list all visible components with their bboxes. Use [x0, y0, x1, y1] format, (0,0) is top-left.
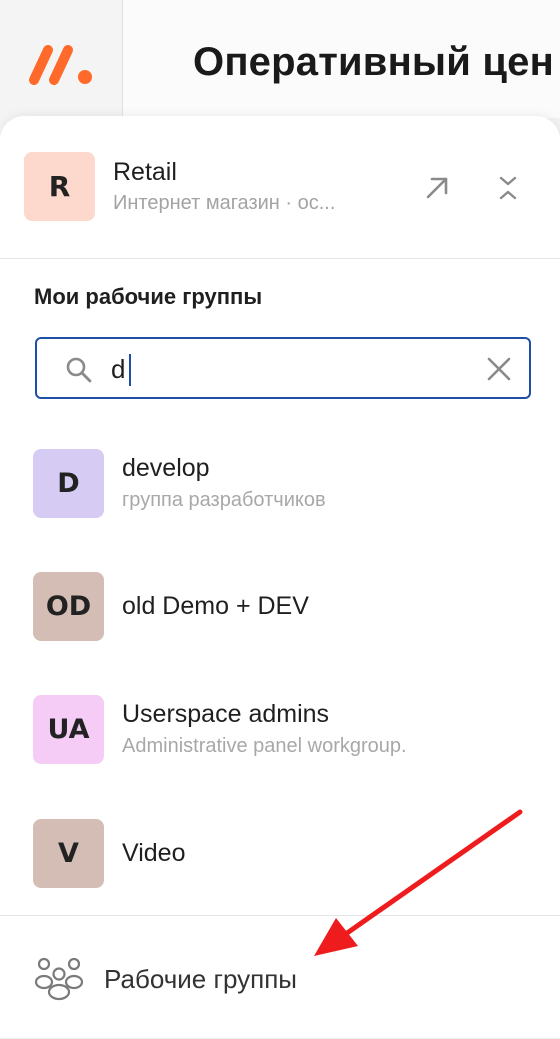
group-name: old Demo + DEV [122, 592, 309, 620]
group-name: Video [122, 839, 186, 867]
group-avatar: UA [33, 695, 104, 764]
clear-search-icon[interactable] [485, 355, 513, 383]
arrow-up-right-icon [426, 177, 448, 199]
collapse-chevrons-icon [499, 176, 517, 200]
page-title: Оперативный цен [193, 40, 554, 84]
section-title: Мои рабочие группы [34, 284, 263, 309]
workspace-header: R Retail Интернет магазин · ос... [0, 116, 560, 259]
group-item[interactable]: D develop группа разработчиков [0, 449, 560, 549]
group-description: Administrative panel workgroup. [122, 735, 407, 757]
collapse-button[interactable] [490, 170, 526, 206]
footer-label: Рабочие группы [104, 964, 297, 994]
group-item[interactable]: OD old Demo + DEV [0, 572, 560, 672]
group-name: Userspace admins [122, 700, 330, 728]
group-item[interactable]: UA Userspace admins Administrative panel… [0, 695, 560, 795]
group-name: develop [122, 454, 210, 482]
open-external-button[interactable] [419, 170, 455, 206]
workspace-avatar: R [24, 152, 95, 221]
group-avatar: D [33, 449, 104, 518]
group-description: группа разработчиков [122, 489, 326, 511]
group-avatar: OD [33, 572, 104, 641]
search-field[interactable] [35, 337, 531, 399]
search-icon [66, 357, 92, 383]
group-avatar: V [33, 819, 104, 888]
text-caret [129, 354, 131, 386]
users-group-icon [34, 957, 84, 1001]
annotation-arrow [314, 809, 523, 956]
workspace-subtitle: Интернет магазин · ос... [113, 192, 336, 214]
workspace-name: Retail [113, 158, 177, 186]
top-header: Оперативный цен [123, 0, 560, 118]
search-input[interactable] [111, 351, 451, 387]
brand-logo-icon[interactable] [26, 40, 98, 90]
